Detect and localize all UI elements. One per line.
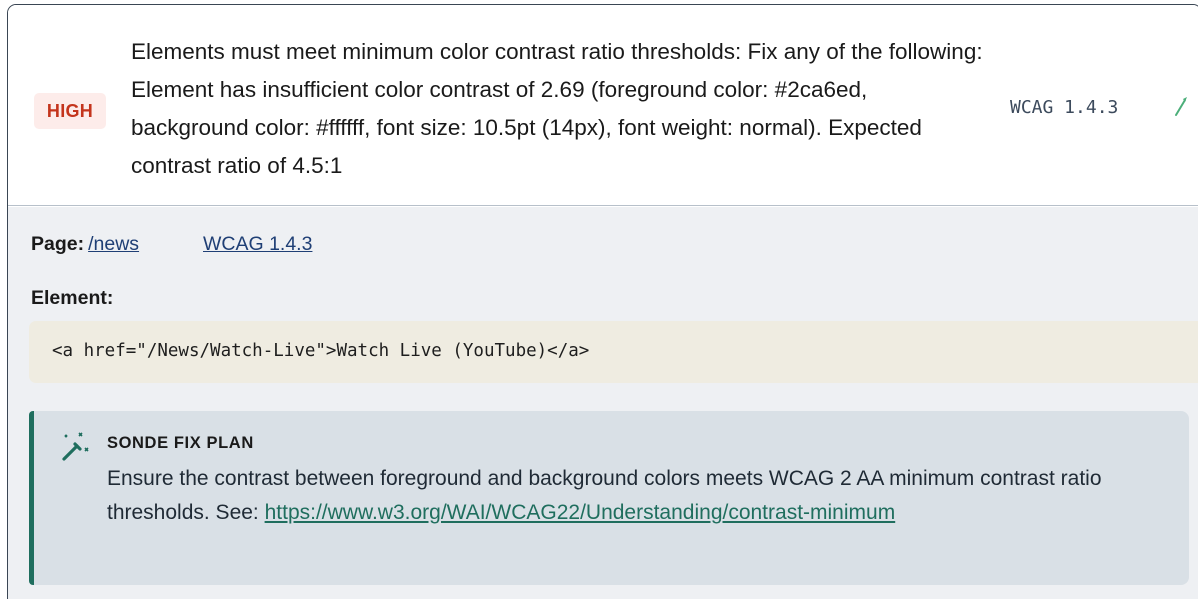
- issue-details: Page:/news WCAG 1.4.3 Element: <a href="…: [8, 207, 1198, 599]
- fix-plan-title: SONDE FIX PLAN: [107, 434, 254, 452]
- fix-plan-panel: SONDE FIX PLAN Ensure the contrast betwe…: [29, 411, 1189, 585]
- issue-header[interactable]: HIGH Elements must meet minimum color co…: [8, 5, 1198, 206]
- magic-wand-sparkle-icon: [62, 432, 89, 461]
- magic-wand-icon[interactable]: [1170, 95, 1190, 117]
- wcag-tag: WCAG 1.4.3: [1010, 97, 1119, 118]
- meta-row: Page:/news WCAG 1.4.3: [31, 233, 312, 256]
- issue-title: Elements must meet minimum color contras…: [131, 39, 983, 178]
- page-link[interactable]: /news: [88, 233, 139, 255]
- page-label: Page:: [31, 233, 85, 255]
- fix-plan-link[interactable]: https://www.w3.org/WAI/WCAG22/Understand…: [265, 501, 896, 524]
- wcag-link[interactable]: WCAG 1.4.3: [203, 233, 312, 256]
- issue-card: HIGH Elements must meet minimum color co…: [7, 4, 1198, 599]
- element-label: Element:: [31, 287, 114, 309]
- element-code: <a href="/News/Watch-Live">Watch Live (Y…: [29, 321, 1198, 383]
- severity-badge: HIGH: [34, 93, 106, 129]
- fix-plan-text: Ensure the contrast between foreground a…: [107, 462, 1157, 530]
